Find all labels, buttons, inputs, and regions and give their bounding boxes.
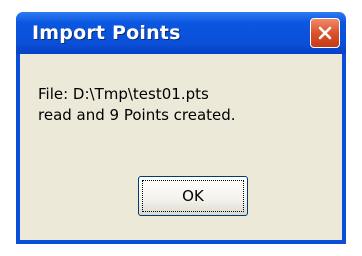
close-icon xyxy=(318,26,332,40)
ok-button-label: OK xyxy=(142,180,244,212)
dialog-title: Import Points xyxy=(32,22,181,44)
close-button[interactable] xyxy=(310,18,340,48)
title-bar[interactable]: Import Points xyxy=(16,12,346,54)
ok-button[interactable]: OK xyxy=(138,176,248,216)
message-line-2: read and 9 Points created. xyxy=(38,106,236,124)
import-points-dialog: Import Points File: D:\Tmp\test01.pts re… xyxy=(16,12,346,244)
dialog-body: File: D:\Tmp\test01.pts read and 9 Point… xyxy=(20,54,342,240)
message-line-1: File: D:\Tmp\test01.pts xyxy=(38,85,209,103)
